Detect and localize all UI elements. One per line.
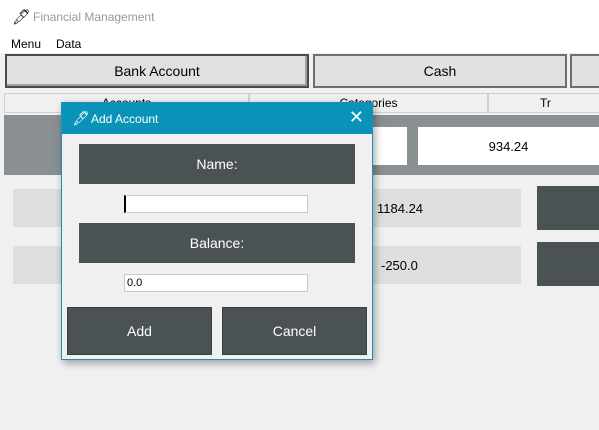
account-row-balance: -250.0	[373, 246, 521, 284]
name-input[interactable]	[124, 195, 308, 213]
feather-icon: 🖋	[12, 9, 32, 26]
name-label: Name:	[79, 144, 355, 184]
close-icon[interactable]: ✕	[349, 107, 364, 128]
account-row-action-button[interactable]	[537, 242, 599, 286]
menu-item-menu[interactable]: Menu	[11, 37, 41, 51]
menubar: Menu Data	[0, 34, 599, 53]
cancel-button[interactable]: Cancel	[222, 307, 367, 355]
dialog-title: Add Account	[91, 112, 159, 126]
dialog-titlebar: 🖋 Add Account ✕	[62, 103, 372, 134]
cash-button[interactable]: Cash	[313, 54, 567, 88]
balance-input[interactable]	[124, 274, 308, 292]
bank-account-button[interactable]: Bank Account	[5, 54, 309, 88]
summary-value: 934.24	[418, 127, 599, 165]
window-title: Financial Management	[33, 10, 155, 24]
account-row-action-button[interactable]	[537, 186, 599, 230]
third-button[interactable]	[570, 54, 599, 88]
menu-item-data[interactable]: Data	[56, 37, 81, 51]
window-titlebar: 🖋 Financial Management	[0, 0, 599, 34]
add-button[interactable]: Add	[67, 307, 212, 355]
account-row-balance: 1184.24	[373, 189, 521, 227]
feather-icon: 🖋	[72, 110, 90, 126]
tab-transactions[interactable]: Tr	[488, 93, 599, 113]
add-account-dialog: 🖋 Add Account ✕ Name: Balance: Add Cance…	[61, 102, 373, 360]
balance-label: Balance:	[79, 223, 355, 263]
